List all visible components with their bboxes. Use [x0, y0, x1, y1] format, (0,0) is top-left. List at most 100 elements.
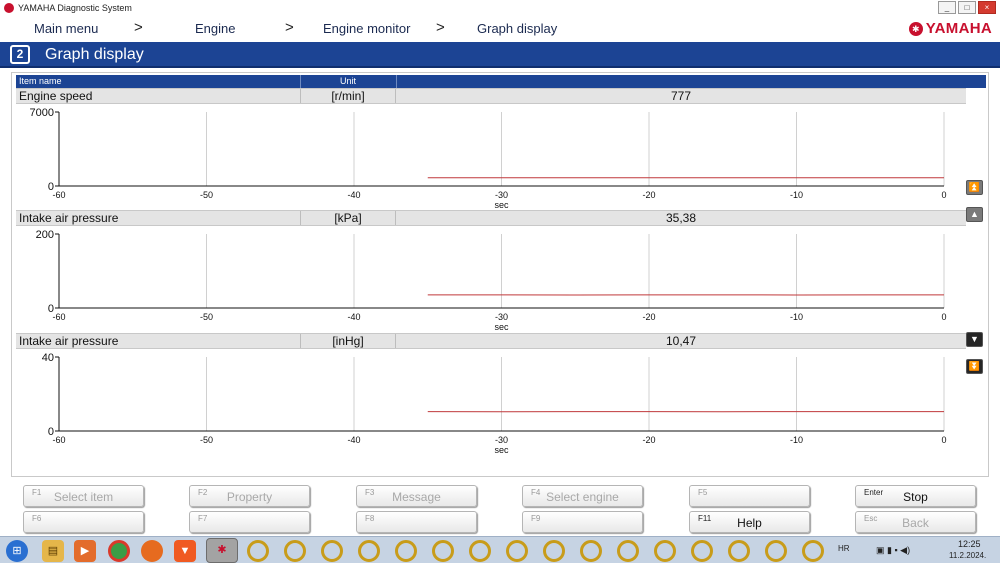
item-unit: [kPa]	[300, 211, 396, 225]
graph-display-icon: 2	[10, 45, 30, 64]
scroll-bottom-icon[interactable]: ⏬	[966, 359, 983, 374]
breadcrumb-engine-monitor[interactable]: Engine monitor	[323, 21, 410, 36]
breadcrumb-graph-display: Graph display	[477, 21, 558, 36]
tray-icons[interactable]: ▣ ▮ ▪ ◀)	[876, 545, 910, 556]
x-axis-label: sec	[494, 322, 509, 332]
yamaha-tuning-fork-icon: ✱	[908, 21, 923, 36]
pinned-app-icon[interactable]	[617, 540, 639, 562]
x-tick-label: -20	[642, 190, 655, 200]
button-label: Select engine	[546, 490, 619, 504]
pinned-app-icon[interactable]	[654, 540, 676, 562]
page-title: Graph display	[45, 46, 144, 63]
x-tick-label: 0	[941, 312, 946, 322]
pinned-app-icon[interactable]	[691, 540, 713, 562]
item-value: 35,38	[665, 211, 697, 225]
intake-pressure-kpa-chart: 0200-60 -50 -40 -30 -20 -10 0sec	[36, 229, 947, 332]
clock-date[interactable]: 11.2.2024.	[949, 551, 986, 560]
back-button[interactable]: Esc Back	[855, 511, 976, 533]
chrome-icon[interactable]	[108, 540, 130, 562]
breadcrumb-main-menu[interactable]: Main menu	[34, 21, 98, 36]
item-row[interactable]: Intake air pressure [inHg] 10,47	[16, 333, 966, 349]
scroll-top-icon[interactable]: ⏫	[966, 180, 983, 195]
breadcrumb-separator: >	[436, 19, 445, 36]
x-axis-label: sec	[494, 445, 509, 455]
x-tick-label: -20	[642, 312, 655, 322]
column-header: Item name Unit	[16, 75, 986, 88]
select-engine-button[interactable]: F4 Select engine	[522, 485, 643, 507]
key-hint: F5	[698, 488, 708, 497]
f7-button[interactable]: F7	[189, 511, 310, 533]
f6-button[interactable]: F6	[23, 511, 144, 533]
message-button[interactable]: F3 Message	[356, 485, 477, 507]
scroll-up-icon[interactable]: ▲	[966, 207, 983, 222]
select-item-button[interactable]: F1 Select item	[23, 485, 144, 507]
f8-button[interactable]: F8	[356, 511, 477, 533]
item-value: 777	[670, 89, 692, 103]
stop-button[interactable]: Enter Stop	[855, 485, 976, 507]
media-player-icon[interactable]: ▶	[74, 540, 96, 562]
firefox-icon[interactable]	[141, 540, 163, 562]
item-row[interactable]: Intake air pressure [kPa] 35,38	[16, 210, 966, 226]
x-tick-label: 0	[941, 435, 946, 445]
y-tick-label: 40	[42, 352, 54, 364]
x-tick-label: -50	[200, 190, 213, 200]
pinned-app-icon[interactable]	[728, 540, 750, 562]
x-tick-label: -60	[52, 190, 65, 200]
key-hint: F9	[531, 514, 541, 523]
y-tick-label: 7000	[30, 107, 54, 119]
pinned-app-icon[interactable]	[284, 540, 306, 562]
breadcrumb-separator: >	[134, 19, 143, 36]
brave-icon[interactable]: ▼	[174, 540, 196, 562]
pinned-app-icon[interactable]	[358, 540, 380, 562]
pinned-app-icon[interactable]	[395, 540, 417, 562]
window-title: YAMAHA Diagnostic System	[18, 3, 132, 13]
breadcrumb-engine[interactable]: Engine	[195, 21, 235, 36]
button-label: Select item	[53, 490, 114, 504]
pinned-app-icon[interactable]	[506, 540, 528, 562]
breadcrumb: Main menu > Engine > Engine monitor > Gr…	[0, 16, 1000, 42]
pinned-app-icon[interactable]	[802, 540, 824, 562]
clock-time[interactable]: 12:25	[958, 539, 981, 549]
x-tick-label: -40	[347, 312, 360, 322]
pinned-app-icon[interactable]	[469, 540, 491, 562]
file-explorer-icon[interactable]: ▤	[42, 540, 64, 562]
taskbar: ⊞ ▤ ▶ ▼ ✱ HR ▣ ▮ ▪ ◀) 12:25 11.2.2024.	[0, 536, 1000, 563]
pinned-app-icon[interactable]	[432, 540, 454, 562]
column-unit: Unit	[339, 76, 356, 86]
close-button[interactable]: ×	[978, 1, 996, 14]
start-icon[interactable]: ⊞	[6, 540, 28, 562]
yamaha-app-icon	[4, 3, 14, 13]
help-button[interactable]: F11 Help	[689, 511, 810, 533]
item-row[interactable]: Engine speed [r/min] 777	[16, 88, 966, 104]
page-header: 2 Graph display	[0, 42, 1000, 68]
pinned-app-icon[interactable]	[765, 540, 787, 562]
yamaha-app-icon[interactable]: ✱	[206, 538, 238, 563]
minimize-button[interactable]: _	[938, 1, 956, 14]
yamaha-wordmark: YAMAHA	[925, 20, 992, 37]
x-tick-label: -30	[495, 190, 508, 200]
key-hint: F6	[32, 514, 42, 523]
maximize-button[interactable]: □	[958, 1, 976, 14]
pinned-app-icon[interactable]	[321, 540, 343, 562]
property-button[interactable]: F2 Property	[189, 485, 310, 507]
item-name: Intake air pressure	[19, 334, 119, 348]
scroll-down-icon[interactable]: ▼	[966, 332, 983, 347]
f5-button[interactable]: F5	[689, 485, 810, 507]
button-label: Message	[392, 490, 441, 504]
x-tick-label: -50	[200, 312, 213, 322]
pinned-app-icon[interactable]	[247, 540, 269, 562]
intake-pressure-inhg-chart: 040-60 -50 -40 -30 -20 -10 0sec	[42, 352, 947, 455]
x-tick-label: -40	[347, 435, 360, 445]
pinned-app-icon[interactable]	[543, 540, 565, 562]
engine-speed-graph: 0 7000 -60 -50 -40 -30 -20 -10 0 sec	[16, 104, 966, 210]
intake-pressure-inhg-graph: 0 40 -60 -50 -40 -30 -20 -10 0 sec	[16, 349, 966, 455]
language-indicator[interactable]: HR	[838, 544, 850, 553]
key-hint: F8	[365, 514, 375, 523]
f9-button[interactable]: F9	[522, 511, 643, 533]
window-title-bar: YAMAHA Diagnostic System _ □ ×	[0, 0, 1000, 16]
intake-pressure-kpa-graph: 0 200 -60 -50 -40 -30 -20 -10 0 sec	[16, 226, 966, 332]
item-unit: [inHg]	[300, 334, 396, 348]
graph-panel: Item name Unit Engine speed [r/min] 777 …	[11, 72, 989, 477]
column-divider	[396, 75, 397, 88]
pinned-app-icon[interactable]	[580, 540, 602, 562]
